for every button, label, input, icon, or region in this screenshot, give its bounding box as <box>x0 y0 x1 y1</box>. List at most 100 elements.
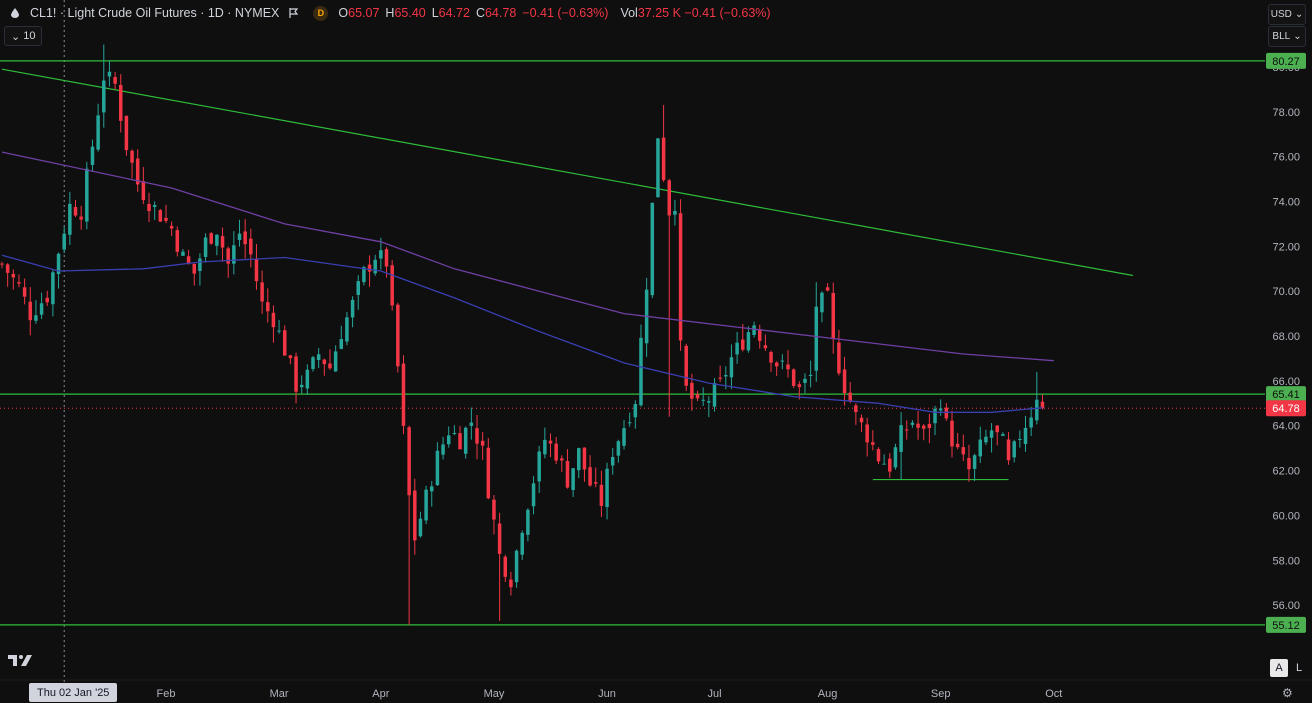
ohlc-high: H65.40 <box>385 6 426 20</box>
price-level-tag: 80.27 <box>1272 56 1300 68</box>
candle-body <box>458 433 462 450</box>
y-tick-label: 64.00 <box>1272 421 1300 433</box>
ohlc-close: C64.78 <box>475 6 517 20</box>
candle-body <box>141 181 146 201</box>
candle-body <box>763 345 768 349</box>
candle-body <box>899 425 903 452</box>
candle-body <box>757 329 762 341</box>
candle-body <box>509 579 513 588</box>
y-tick-label: 78.00 <box>1272 107 1300 119</box>
candle-body <box>701 399 705 401</box>
candle-body <box>774 362 779 367</box>
candle-body <box>695 394 700 399</box>
candle-body <box>497 523 502 554</box>
candle-body <box>373 259 377 274</box>
candle-body <box>955 443 960 448</box>
candle-body <box>311 357 315 369</box>
candle-body <box>181 251 185 256</box>
log-scale-button[interactable]: L <box>1290 659 1308 677</box>
y-tick-label: 58.00 <box>1272 555 1300 567</box>
candle-body <box>266 302 270 312</box>
candle-body <box>876 449 881 462</box>
candle-body <box>316 354 321 361</box>
x-tick-label: Apr <box>372 688 389 700</box>
candle-body <box>492 499 496 520</box>
candle-body <box>418 518 423 537</box>
candle-body <box>107 71 112 77</box>
ohlc-open: O65.07 <box>338 6 380 20</box>
candle-body <box>147 203 151 212</box>
indicator-toggle[interactable]: ⌄ 10 <box>4 26 43 46</box>
candle-body <box>724 375 728 377</box>
candle-body <box>927 423 932 429</box>
candle-body <box>198 258 202 272</box>
candle-body <box>893 447 898 468</box>
currency-button[interactable]: USD ⌄ <box>1268 4 1306 25</box>
y-tick-label: 60.00 <box>1272 510 1300 522</box>
candle-body <box>921 425 926 429</box>
price-chart[interactable]: 56.00 58.00 60.00 62.00 64.00 66.00 68.00 70.00… <box>0 0 1312 703</box>
candle-body <box>888 458 892 472</box>
candle-body <box>910 422 915 425</box>
candle-body <box>882 463 886 465</box>
candle-body <box>514 550 519 583</box>
unit-button[interactable]: BLL ⌄ <box>1268 26 1306 47</box>
candle-body <box>22 287 27 297</box>
price-axis-area <box>1265 0 1312 703</box>
x-tick-label: Jul <box>707 688 721 700</box>
candle-body <box>712 383 717 407</box>
candle-body <box>571 468 575 490</box>
candle-body <box>554 443 558 461</box>
tradingview-logo[interactable] <box>8 653 34 671</box>
candle-body <box>865 424 869 443</box>
candle-body <box>531 483 536 507</box>
candle-body <box>299 384 304 388</box>
candle-body <box>803 378 807 383</box>
y-tick-label: 56.00 <box>1272 600 1300 612</box>
candle-body <box>995 425 999 433</box>
candle-body <box>113 77 117 84</box>
symbol-title[interactable]: CL1! · Light Crude Oil Futures · 1D · NY… <box>30 6 279 20</box>
candle-body <box>90 146 95 165</box>
candle-body <box>68 203 72 235</box>
candle-body <box>379 250 383 259</box>
candle-body <box>791 369 796 386</box>
candle-body <box>814 306 819 371</box>
candle-body <box>582 447 587 470</box>
candle-body <box>277 330 281 332</box>
x-tick-label: Jun <box>598 688 616 700</box>
candle-body <box>356 281 360 295</box>
candle-body <box>249 238 253 255</box>
candle-body <box>475 428 479 444</box>
flag-icon[interactable] <box>289 8 299 18</box>
gear-icon[interactable]: ⚙ <box>1282 686 1293 700</box>
candle-body <box>961 447 966 455</box>
candle-body <box>780 360 785 362</box>
candle-body <box>916 423 920 428</box>
candle-body <box>328 363 332 369</box>
candle-body <box>62 233 66 250</box>
candle-body <box>950 420 954 447</box>
candle-body <box>673 210 677 215</box>
auto-scale-button[interactable]: A <box>1270 659 1288 677</box>
trend-line <box>1 68 1134 277</box>
candle-body <box>333 351 338 372</box>
candle-body <box>1029 417 1033 428</box>
candle-body <box>1018 438 1022 440</box>
crosshair-date-label: Thu 02 Jan '25 <box>29 683 118 702</box>
candle-body <box>294 356 298 392</box>
candle-body <box>526 509 530 535</box>
ohlc-low: L64.72 <box>431 6 470 20</box>
candle-body <box>543 439 547 455</box>
chevron-down-icon: ⌄ <box>1294 9 1304 20</box>
candle-body <box>152 204 157 207</box>
price-level-tag: 65.41 <box>1272 389 1300 401</box>
candle-body <box>752 325 756 335</box>
candle-body <box>79 216 83 220</box>
x-tick-label: Feb <box>157 688 176 700</box>
candle-body <box>707 401 711 403</box>
candle-body <box>565 460 570 488</box>
candle-body <box>503 556 508 577</box>
candle-body <box>989 430 994 438</box>
candle-body <box>797 384 802 388</box>
